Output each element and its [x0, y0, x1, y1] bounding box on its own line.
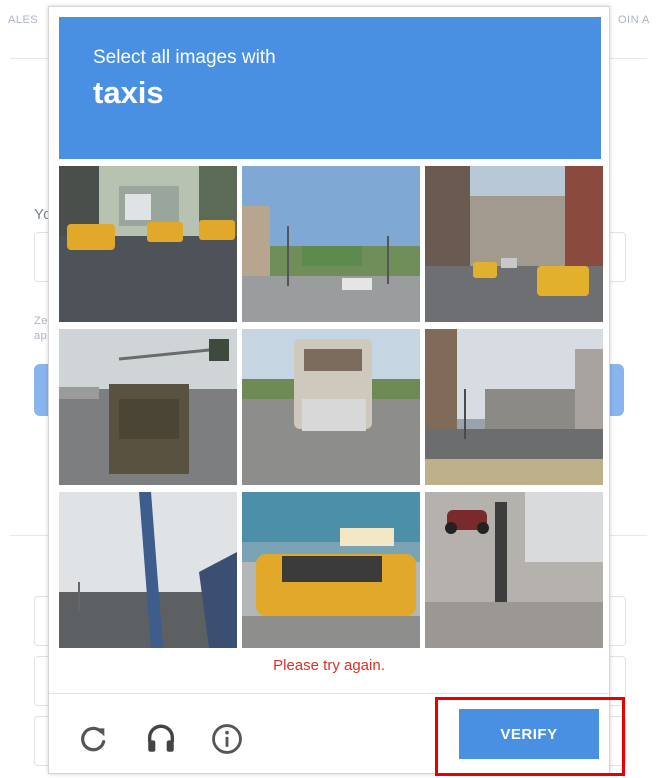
captcha-tile-2[interactable]: [242, 166, 420, 322]
verify-button[interactable]: VERIFY: [459, 709, 599, 759]
bg-nav-right: OIN A: [618, 14, 650, 26]
captcha-tile-6[interactable]: [425, 329, 603, 485]
captcha-image-grid: [59, 166, 604, 648]
headphones-icon[interactable]: [141, 719, 181, 759]
bg-nav-left: ALES: [8, 14, 39, 26]
captcha-tile-9[interactable]: [425, 492, 603, 648]
captcha-tile-5[interactable]: [242, 329, 420, 485]
footer-divider: [49, 693, 609, 694]
captcha-tile-7[interactable]: [59, 492, 237, 648]
info-icon[interactable]: [207, 719, 247, 759]
captcha-tile-8[interactable]: [242, 492, 420, 648]
captcha-instruction: Select all images with: [93, 47, 276, 68]
bg-note-partial-2: ap: [34, 330, 48, 342]
captcha-tile-4[interactable]: [59, 329, 237, 485]
captcha-tile-3[interactable]: [425, 166, 603, 322]
bg-note-partial-1: Ze: [34, 315, 48, 327]
captcha-target: taxis: [93, 75, 164, 110]
captcha-header: Select all images with taxis: [59, 17, 601, 159]
reload-icon[interactable]: [73, 719, 113, 759]
captcha-dialog: Select all images with taxis Please try …: [48, 6, 610, 774]
error-message: Please try again.: [273, 657, 385, 674]
captcha-tile-1[interactable]: [59, 166, 237, 322]
